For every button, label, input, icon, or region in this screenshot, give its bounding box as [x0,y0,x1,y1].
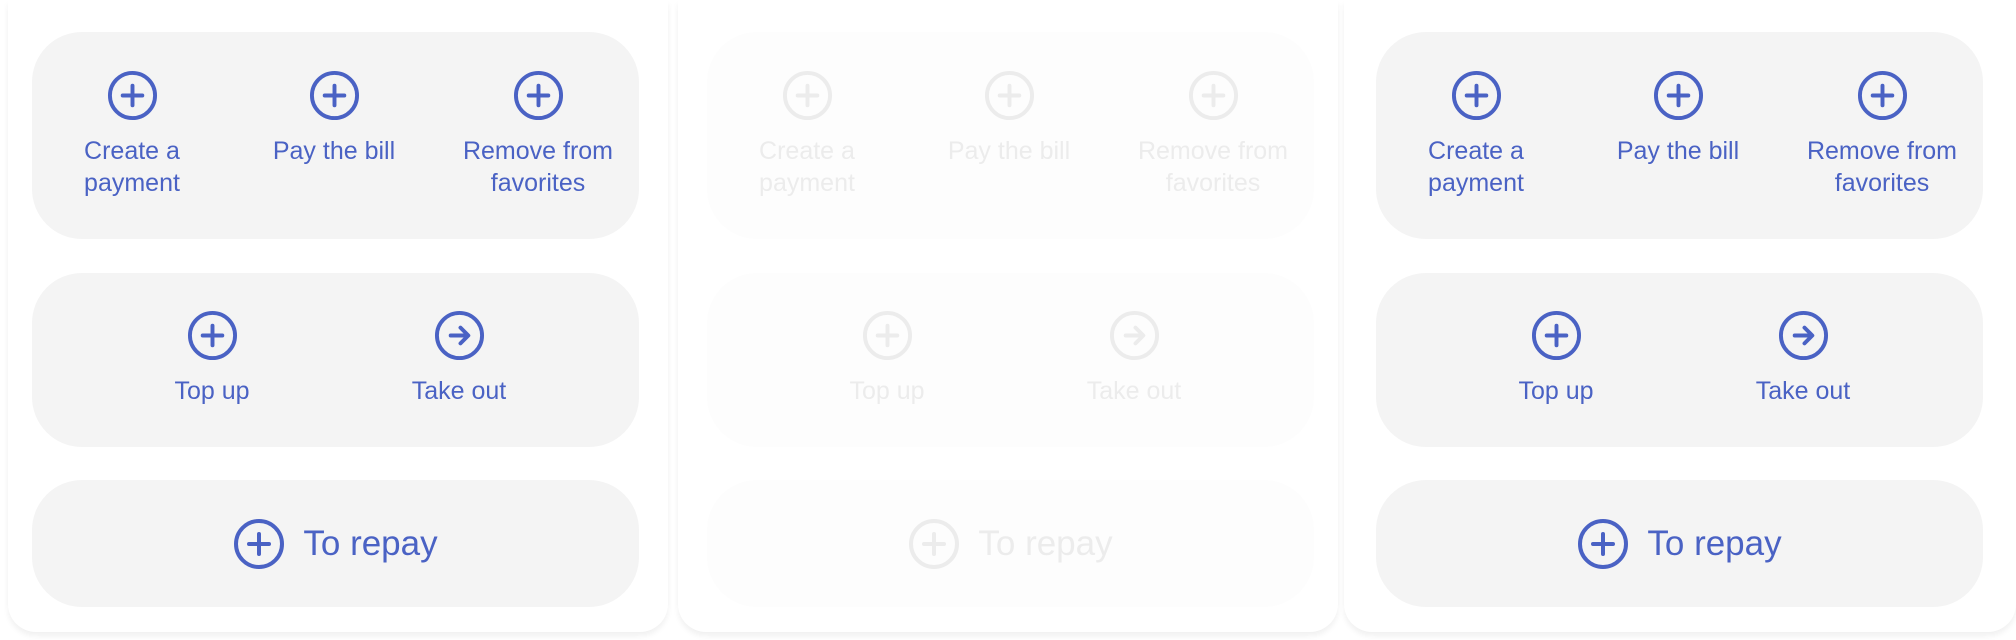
action-button[interactable]: Create a payment [32,70,232,199]
arrow-right-circle-icon [1109,310,1160,361]
action-label: Pay the bill [272,137,396,165]
plus-circle-icon [309,70,360,121]
action-column-enabled: Create a payment Pay the bill Remove from … [32,0,639,640]
plus-circle-icon [1531,310,1582,361]
arrow-right-circle-icon [1778,310,1829,361]
action-button: Remove from favorites [1113,70,1313,199]
transfer-button: Top up [787,310,987,407]
transfer-button: Take out [1034,310,1234,407]
action-button[interactable]: Pay the bill [1578,70,1778,167]
action-label: Create a payment [84,137,180,197]
transfers-panel: Top up Take out [1376,273,1983,447]
transfer-button[interactable]: Take out [359,310,559,407]
plus-circle-icon [782,70,833,121]
actions-panel: Create a payment Pay the bill Remove from … [707,32,1314,239]
action-label: Pay the bill [947,137,1071,165]
transfers-panel: Top up Take out [707,273,1314,447]
repay-button[interactable]: To repay [1376,480,1983,607]
plus-circle-icon [187,310,238,361]
action-button: Create a payment [707,70,907,199]
transfer-button[interactable]: Top up [112,310,312,407]
plus-circle-icon [1857,70,1908,121]
plus-circle-icon [1188,70,1239,121]
action-button[interactable]: Remove from favorites [1782,70,1982,199]
action-label: Pay the bill [1616,137,1740,165]
arrow-right-circle-icon [434,310,485,361]
action-label: Create a payment [759,137,855,197]
transfer-label: Top up [174,377,250,405]
transfer-label: Top up [849,377,925,405]
transfer-label: Take out [1755,377,1851,405]
plus-circle-icon [1653,70,1704,121]
actions-panel: Create a payment Pay the bill Remove from … [32,32,639,239]
repay-panel: To repay [1376,480,1983,607]
plus-circle-icon [862,310,913,361]
action-label: Remove from favorites [1806,137,1958,197]
plus-circle-icon [233,518,285,570]
repay-label: To repay [303,523,438,563]
action-label: Remove from favorites [1137,137,1289,197]
action-label: Remove from favorites [462,137,614,197]
repay-button[interactable]: To repay [32,480,639,607]
action-button[interactable]: Remove from favorites [438,70,638,199]
repay-panel: To repay [32,480,639,607]
plus-circle-icon [1577,518,1629,570]
action-column-disabled: Create a payment Pay the bill Remove from … [707,0,1314,640]
action-label: Create a payment [1428,137,1524,197]
plus-circle-icon [984,70,1035,121]
action-button: Pay the bill [909,70,1109,167]
transfer-label: Take out [1086,377,1182,405]
action-column-enabled: Create a payment Pay the bill Remove from … [1376,0,1983,640]
transfer-button[interactable]: Take out [1703,310,1903,407]
transfer-label: Top up [1518,377,1594,405]
plus-circle-icon [107,70,158,121]
transfer-button[interactable]: Top up [1456,310,1656,407]
action-button[interactable]: Create a payment [1376,70,1576,199]
actions-panel: Create a payment Pay the bill Remove from … [1376,32,1983,239]
action-button[interactable]: Pay the bill [234,70,434,167]
plus-circle-icon [908,518,960,570]
transfers-panel: Top up Take out [32,273,639,447]
repay-label: To repay [978,523,1113,563]
plus-circle-icon [1451,70,1502,121]
transfer-label: Take out [411,377,507,405]
plus-circle-icon [513,70,564,121]
repay-panel: To repay [707,480,1314,607]
repay-label: To repay [1647,523,1782,563]
repay-button: To repay [707,480,1314,607]
